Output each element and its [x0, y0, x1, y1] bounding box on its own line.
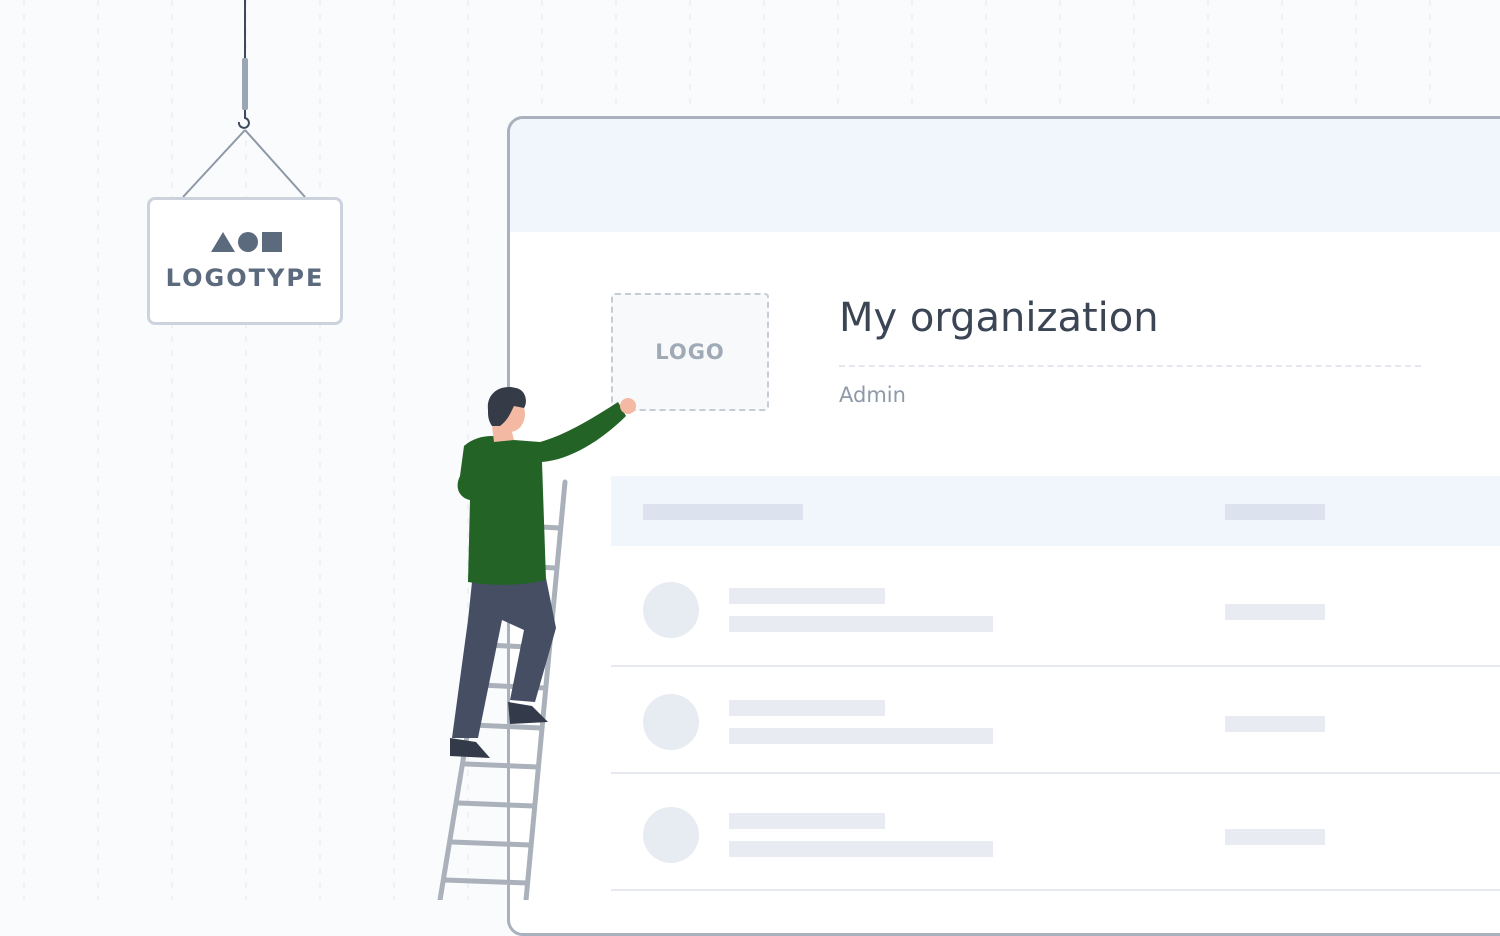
shoe-left: [450, 738, 490, 758]
organization-role: Admin: [839, 383, 906, 407]
hand: [620, 398, 636, 414]
row-subtitle-placeholder: [729, 841, 993, 857]
circle-icon: [238, 232, 258, 252]
table-row[interactable]: [611, 667, 1500, 771]
row-value-placeholder: [1225, 716, 1325, 732]
table-header-placeholder-name: [643, 504, 803, 520]
row-divider: [611, 889, 1500, 891]
row-subtitle-placeholder: [729, 616, 993, 632]
person-on-ladder-illustration: [437, 386, 636, 900]
logotype-sign: LOGOTYPE: [147, 197, 343, 325]
square-icon: [262, 232, 282, 252]
table-header: [611, 476, 1500, 546]
shirt: [457, 402, 626, 585]
row-subtitle-placeholder: [729, 728, 993, 744]
logo-shapes-icon: [211, 232, 282, 252]
logotype-label: LOGOTYPE: [165, 264, 325, 292]
table-row[interactable]: [611, 549, 1500, 664]
row-title-placeholder: [729, 700, 885, 716]
table-header-placeholder-role: [1225, 504, 1325, 520]
table-row[interactable]: [611, 774, 1500, 888]
window-header: [510, 119, 1500, 232]
pants: [452, 578, 556, 738]
triangle-icon: [211, 232, 235, 252]
row-value-placeholder: [1225, 604, 1325, 620]
row-title-placeholder: [729, 813, 885, 829]
org-name-divider: [839, 365, 1421, 367]
organization-name: My organization: [839, 295, 1159, 341]
row-value-placeholder: [1225, 829, 1325, 845]
row-title-placeholder: [729, 588, 885, 604]
